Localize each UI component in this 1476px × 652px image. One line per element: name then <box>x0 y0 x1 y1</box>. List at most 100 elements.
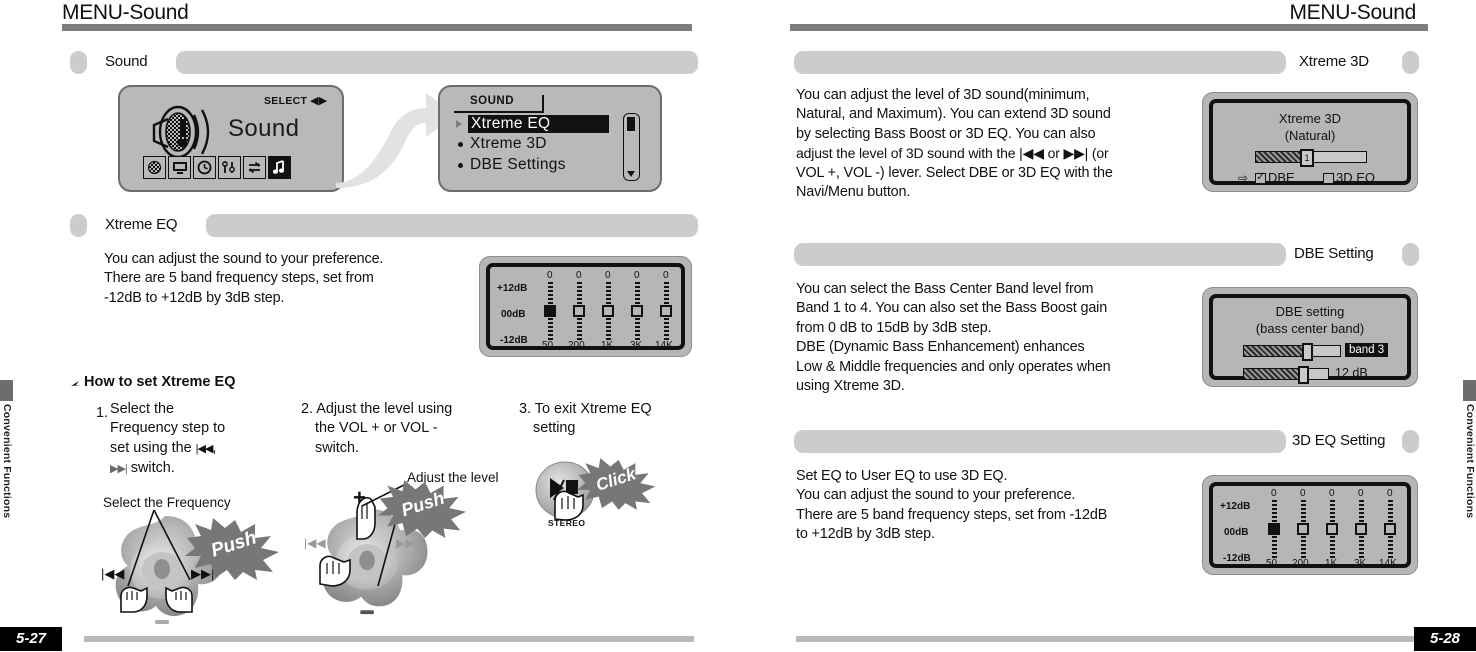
prev-track-icon: |◀◀ <box>195 442 214 455</box>
dbe-checkbox[interactable]: ✓ <box>1255 173 1266 184</box>
step-3-number: 3. <box>519 401 532 417</box>
body-line: Navi/Menu button. <box>796 184 911 201</box>
list-item-xtreme-eq[interactable]: Xtreme EQ <box>468 115 609 133</box>
push-burst-2: Push <box>378 480 468 543</box>
select-arrows-icon: ◀▶ <box>310 95 328 107</box>
title-rule-right <box>790 24 1428 31</box>
eq-band-knob[interactable] <box>602 305 614 317</box>
next-track-icon: ▶▶| <box>110 463 128 476</box>
list-selection-arrow-icon <box>456 120 462 128</box>
side-tab-right: Convenient Functions <box>1463 380 1476 560</box>
gain-slider-fill <box>1244 369 1302 379</box>
title-rule-left <box>62 24 692 31</box>
eq-band-knob[interactable] <box>573 305 585 317</box>
section-bar-xtreme-eq: Xtreme EQ <box>70 214 698 237</box>
side-tab-label: Convenient Functions <box>1 404 13 519</box>
eq-scale-plus12: +12dB <box>497 283 528 294</box>
3d-eq-setting-body: Set EQ to User EQ to use 3D EQ. You can … <box>796 467 1216 545</box>
eq-band-knob[interactable] <box>1268 523 1280 535</box>
level-slider[interactable]: 1 <box>1255 149 1367 167</box>
eq-screen-inner: +12dB 00dB -12dB 0 50 0 200 0 1K 0 3K 0 … <box>486 263 685 351</box>
body-line: by selecting Bass Boost or 3D EQ. You ca… <box>796 125 1096 142</box>
body-line: Low & Middle frequencies and only operat… <box>796 358 1111 375</box>
tools-icon[interactable] <box>218 156 241 179</box>
band-slider-handle[interactable] <box>1302 343 1313 361</box>
band-slider-fill <box>1244 346 1306 356</box>
step-2-text: 2. Adjust the level using the VOL + or V… <box>301 400 491 458</box>
chevron-down-icon <box>627 171 635 177</box>
eq-band-value: 0 <box>1387 488 1393 499</box>
eq-scale-plus12: +12dB <box>1220 501 1251 512</box>
scrollbar-thumb[interactable] <box>626 117 635 131</box>
gain-slider-handle[interactable] <box>1298 366 1309 384</box>
eq-band-knob[interactable] <box>660 305 672 317</box>
level-slider-fill <box>1256 152 1304 162</box>
step-3-text: 3. To exit Xtreme EQ setting <box>519 400 699 439</box>
section-cap-right <box>1402 243 1419 266</box>
step-line: switch. <box>126 460 175 477</box>
stereo-label: STEREO <box>548 518 586 528</box>
eq-band-knob[interactable] <box>631 305 643 317</box>
gain-value: 12 dB <box>1335 366 1368 380</box>
eq-band-freq: 1K <box>1325 558 1338 569</box>
section-bar-fill <box>794 430 1286 453</box>
list-item-xtreme-3d[interactable]: Xtreme 3D <box>470 135 547 153</box>
speaker-icon <box>152 105 210 159</box>
eq-screen-left: +12dB 00dB -12dB 0 50 0 200 0 1K 0 3K 0 … <box>479 256 692 357</box>
pointer-arrow-icon: ⇨ <box>1238 171 1249 185</box>
section-bar-fill <box>794 51 1286 74</box>
body-line: Set EQ to User EQ to use 3D EQ. <box>796 468 1008 484</box>
step-line: set using the <box>110 439 196 456</box>
eq-band-value: 0 <box>1329 488 1335 499</box>
level-slider-handle[interactable]: 1 <box>1300 149 1314 167</box>
band-slider[interactable] <box>1243 343 1341 361</box>
eq-band-knob[interactable] <box>544 305 556 317</box>
display-icon[interactable] <box>168 156 191 179</box>
page-title-right: MENU-Sound <box>1289 1 1416 24</box>
body-line: You can adjust the sound to your prefere… <box>796 487 1076 504</box>
page-number-left: 5-27 <box>0 627 62 651</box>
list-tab-edge <box>542 95 544 111</box>
clock-icon[interactable] <box>193 156 216 179</box>
section-bar-dbe-setting: DBE Setting <box>794 243 1419 266</box>
dbe-checkbox-label: DBE <box>1268 170 1295 185</box>
body-line: adjust the level of 3D sound with the |◀… <box>796 145 1109 162</box>
section-bar-fill <box>206 214 698 237</box>
eq-band-freq: 200 <box>568 340 585 351</box>
3d-eq-checkbox[interactable] <box>1323 173 1334 184</box>
section-cap-right <box>1402 51 1419 74</box>
eq-band-value: 0 <box>1271 488 1277 499</box>
3d-eq-checkbox-label: 3D EQ <box>1336 170 1376 185</box>
eq-band-knob[interactable] <box>1297 523 1309 535</box>
screen-subtitle: (Natural) <box>1284 128 1336 143</box>
eq-band-freq: 14K <box>655 340 673 351</box>
music-note-icon[interactable] <box>268 156 291 179</box>
section-cap-left <box>70 214 87 237</box>
sound-caption: Sound <box>228 115 300 142</box>
section-cap-right <box>1402 430 1419 453</box>
eq-band-value: 0 <box>634 270 640 281</box>
dbe-setting-body: You can select the Bass Center Band leve… <box>796 280 1201 396</box>
xtreme-3d-screen-inner: Xtreme 3D (Natural) 1 ⇨ ✓ DBE 3D EQ <box>1209 99 1411 185</box>
eq-band-freq: 3K <box>630 340 643 351</box>
list-item-dbe-settings[interactable]: DBE Settings <box>470 156 566 174</box>
eq-band-knob[interactable] <box>1384 523 1396 535</box>
menu-icon-row[interactable] <box>143 156 291 179</box>
step-2-number: 2. <box>301 401 314 417</box>
page-number-right: 5-28 <box>1414 627 1476 651</box>
select-label: SELECT <box>264 95 308 107</box>
gain-slider[interactable] <box>1243 366 1329 384</box>
footer-rule-left <box>84 636 694 642</box>
repeat-icon[interactable] <box>243 156 266 179</box>
step-line: setting <box>533 420 576 437</box>
eq-scale-minus12: -12dB <box>500 335 528 346</box>
dbe-setting-screen: DBE setting (bass center band) band 3 12… <box>1202 287 1418 387</box>
body-line: You can select the Bass Center Band leve… <box>796 281 1094 297</box>
step-line: Adjust the level using <box>316 401 453 417</box>
scrollbar[interactable] <box>623 113 640 181</box>
section-bar-fill <box>176 51 698 74</box>
photo-icon[interactable] <box>143 156 166 179</box>
eq-band-knob[interactable] <box>1326 523 1338 535</box>
eq-band-knob[interactable] <box>1355 523 1367 535</box>
eq-band-value: 0 <box>547 270 553 281</box>
